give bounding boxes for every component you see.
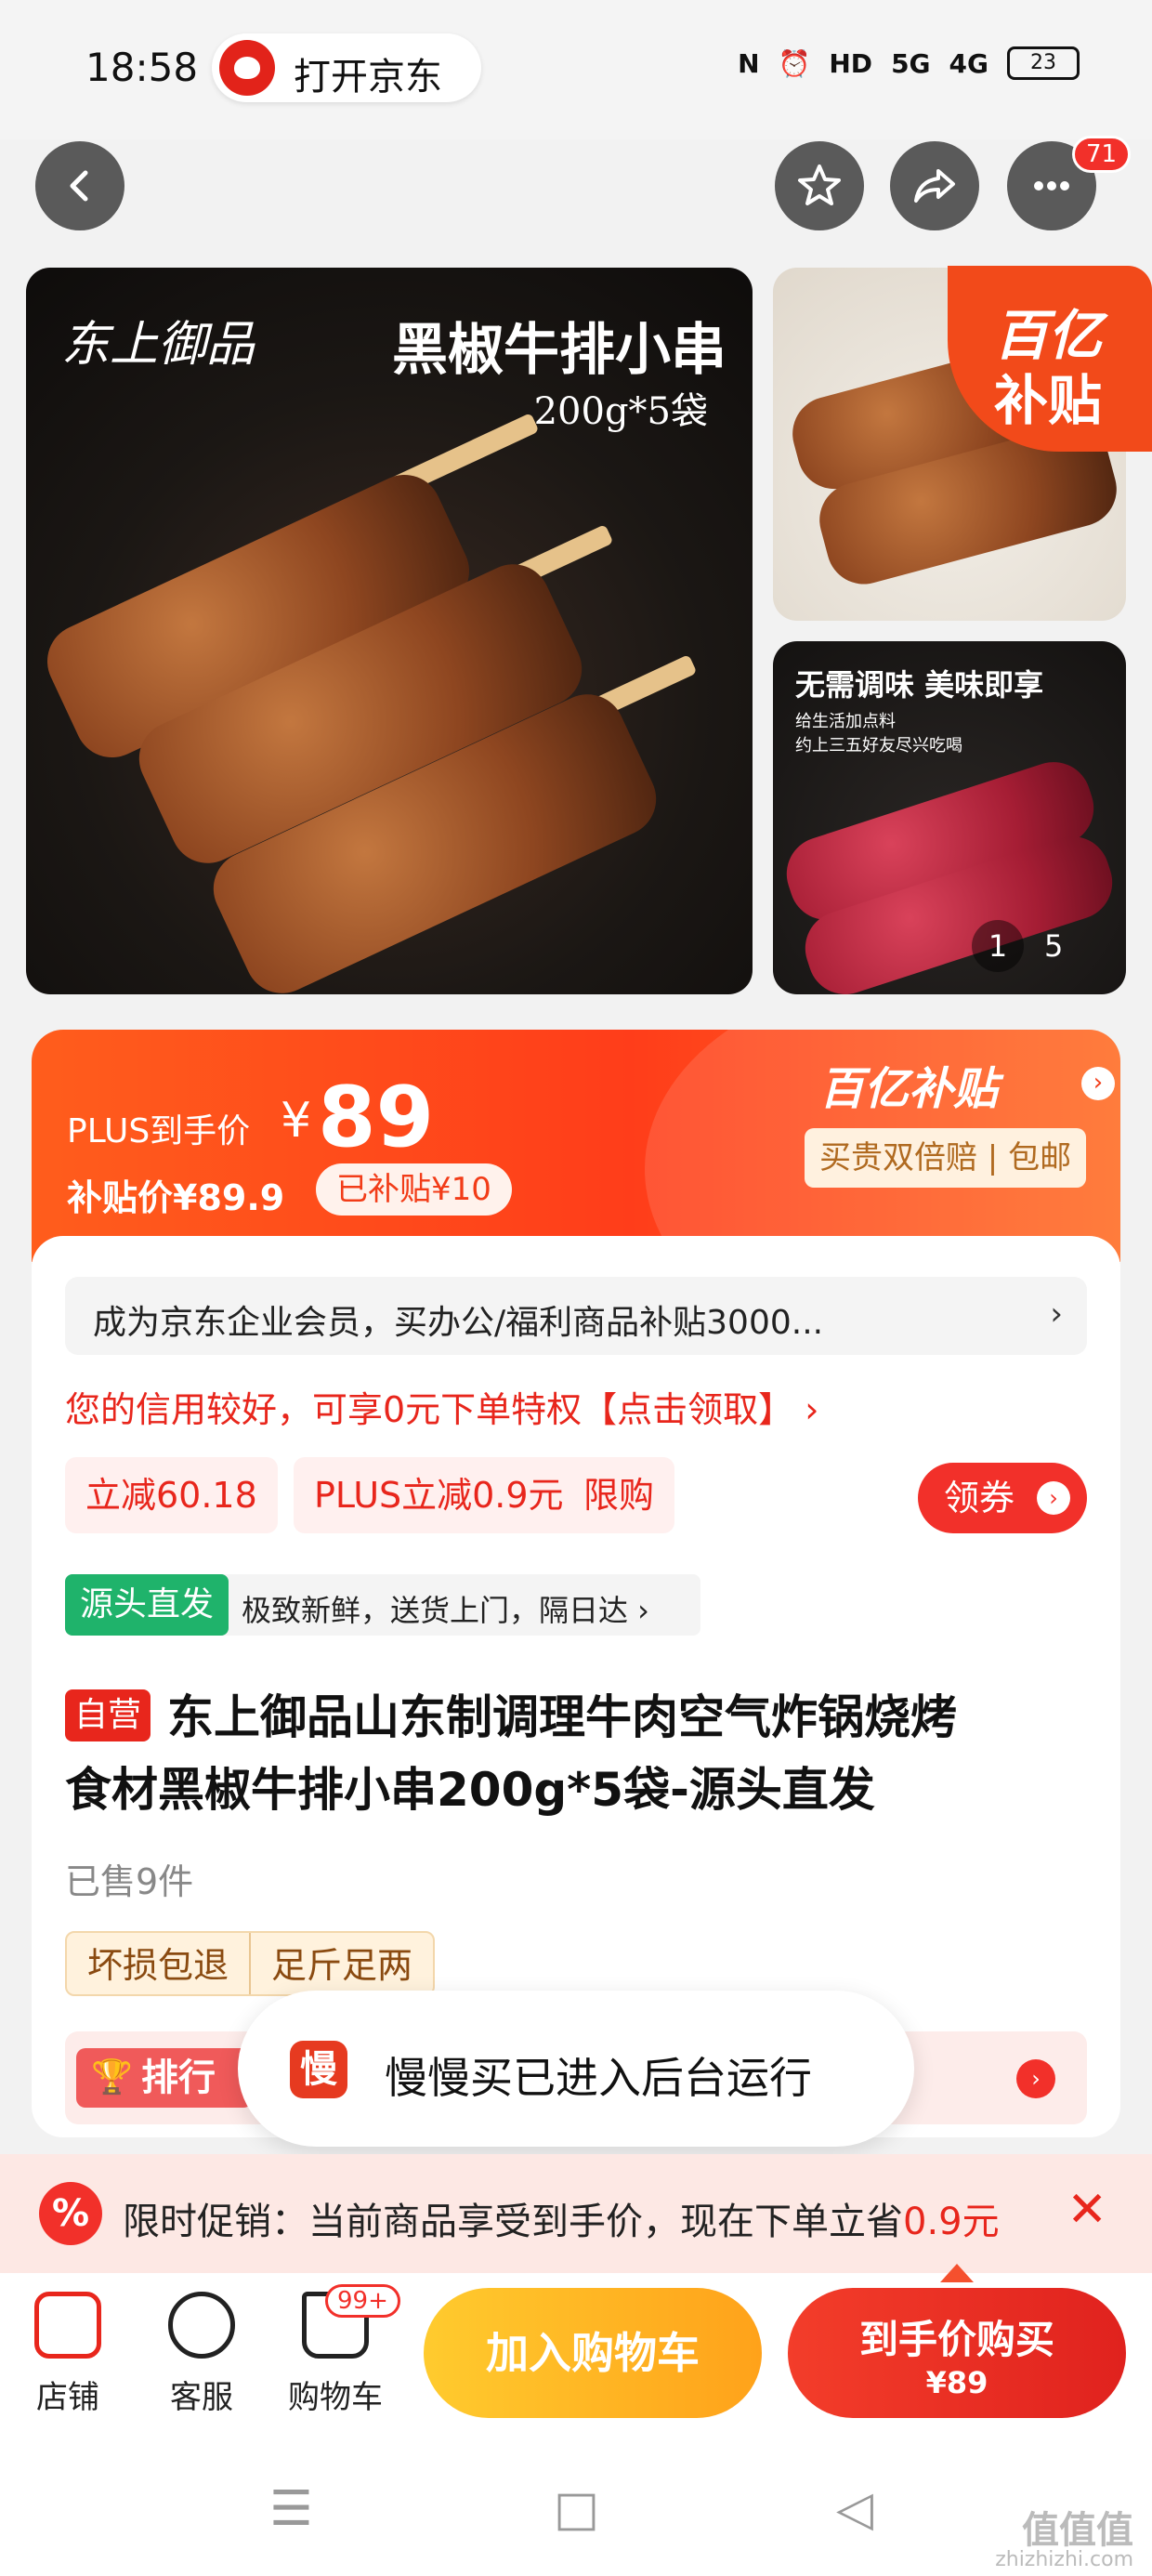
open-jd-label: 打开京东 (294, 56, 442, 99)
buy-now-price: ¥89 (925, 2365, 988, 2400)
product-title: 东上御品山东制调理牛肉空气炸锅烧烤 (167, 1690, 957, 1744)
guarantee-badge[interactable]: 买贵双倍赔 | 包邮 (805, 1128, 1087, 1188)
store-button[interactable]: 店铺 (17, 2292, 119, 2417)
nfc-icon: N (738, 47, 760, 79)
share-icon (914, 169, 955, 203)
status-icons: N ⏰ HD 5G 4G 23 (738, 46, 1080, 80)
thumbnail-2[interactable]: 无需调味 美味即享 给生活加点料 约上三五好友尽兴吃喝 (773, 641, 1126, 994)
chevron-right-icon[interactable]: › (1081, 1067, 1115, 1100)
ranking-badge: 排行 (76, 2048, 253, 2108)
subsidy-price: 补贴价¥89.9 (67, 1177, 285, 1218)
limited-promo-bar[interactable]: % 限时促销：当前商品享受到手价，现在下单立省0.9元 ✕ (0, 2154, 1152, 2273)
limit-tag[interactable]: 限购 (563, 1457, 675, 1533)
image-spec: 200g*5袋 (533, 390, 708, 433)
subsidy-badge: 已补贴¥10 (316, 1163, 512, 1216)
get-coupon-button[interactable]: 领券 › (918, 1463, 1087, 1533)
store-label: 店铺 (36, 2379, 99, 2416)
back-nav-icon[interactable]: ◁ (836, 2481, 873, 2537)
home-nav-icon[interactable]: □ (554, 2481, 599, 2537)
business-member-promo[interactable]: 成为京东企业会员，买办公/福利商品补贴3000... › (65, 1277, 1087, 1355)
promo-text: 限时促销：当前商品享受到手价，现在下单立省0.9元 (123, 2191, 1000, 2245)
direct-shipping-badge: 源头直发 (65, 1574, 229, 1636)
discount-tag[interactable]: 立减60.18 (65, 1457, 278, 1533)
service-tag: 足斤足两 (249, 1933, 433, 1994)
brand-logo: 东上御品 (61, 317, 255, 373)
open-jd-button[interactable]: 打开京东 (212, 33, 481, 102)
watermark: 值值值 (1022, 2509, 1133, 2552)
coupon-label: 领券 (944, 1478, 1015, 1518)
subsidy-tag-line2: 补贴 (994, 369, 1103, 432)
credit-promo-link[interactable]: 您的信用较好，可享0元下单特权【点击领取】 › (65, 1381, 818, 1432)
cart-count-badge: 99+ (325, 2284, 400, 2318)
status-time: 18:58 (85, 45, 199, 90)
pager-current: 1 (972, 920, 1024, 972)
share-button[interactable] (890, 141, 979, 230)
message-count-badge: 71 (1072, 136, 1132, 173)
hd-icon: HD (829, 47, 873, 79)
price-currency: ¥ (281, 1093, 312, 1149)
chevron-right-icon: › (1016, 2059, 1055, 2098)
image-title: 黑椒牛排小串 (392, 318, 727, 383)
favorite-button[interactable] (775, 141, 864, 230)
chevron-right-icon: › (1050, 1295, 1063, 1333)
pager-total: 5 (1044, 928, 1064, 964)
direct-shipping-text: 极致新鲜，送货上门，隔日达 › (242, 1593, 649, 1628)
promo-text-main: 限时促销：当前商品享受到手价，现在下单立省 (123, 2201, 903, 2243)
sold-count: 已售9件 (65, 1861, 194, 1902)
price-amount: 89 (318, 1069, 435, 1166)
thumbnail-2-subtitle: 约上三五好友尽兴吃喝 (795, 736, 962, 756)
customer-service-button[interactable]: 客服 (151, 2292, 253, 2417)
buy-now-label: 到手价购买 (858, 2317, 1054, 2362)
promo-savings: 0.9元 (903, 2201, 1000, 2243)
service-tags[interactable]: 坏损包退 足斤足两 (65, 1931, 436, 1996)
manmanmai-app-icon: 慢 (290, 2041, 347, 2098)
self-operated-badge: 自营 (65, 1689, 151, 1741)
star-icon (798, 164, 841, 205)
direct-shipping-row[interactable]: 源头直发 极致新鲜，送货上门，隔日达 › (65, 1574, 700, 1636)
battery-icon: 23 (1007, 46, 1080, 80)
jd-logo-icon (219, 40, 275, 96)
product-title: 食材黑椒牛排小串200g*5袋-源头直发 (65, 1763, 875, 1817)
chevron-left-icon (70, 170, 88, 202)
buy-tooltip-arrow (940, 2264, 974, 2282)
percent-icon: % (39, 2182, 102, 2245)
background-running-toast: 慢 慢慢买已进入后台运行 (238, 1991, 914, 2147)
business-promo-text: 成为京东企业会员，买办公/福利商品补贴3000... (93, 1304, 824, 1342)
price-card: PLUS到手价 ¥ 89 补贴价¥89.9 已补贴¥10 百亿补贴 › 买贵双倍… (32, 1030, 1120, 1262)
store-icon (34, 2292, 101, 2359)
signal-5g-icon: 5G (891, 47, 931, 79)
plus-discount-tag[interactable]: PLUS立减0.9元 (294, 1457, 584, 1533)
chevron-right-icon: › (1037, 1481, 1070, 1515)
image-pager: 15 (972, 920, 1063, 972)
toast-text: 慢慢买已进入后台运行 (385, 2053, 812, 2103)
billion-subsidy-label[interactable]: 百亿补贴 (819, 1052, 998, 1117)
customer-service-label: 客服 (170, 2379, 233, 2416)
add-to-cart-button[interactable]: 加入购物车 (424, 2288, 762, 2418)
signal-4g-icon: 4G (949, 47, 988, 79)
service-tag: 坏损包退 (87, 1945, 229, 1986)
watermark-url: zhizhizhi.com (995, 2548, 1133, 2571)
buy-now-button[interactable]: 到手价购买 ¥89 (788, 2288, 1126, 2418)
main-product-image[interactable]: 东上御品 黑椒牛排小串 200g*5袋 (26, 268, 753, 994)
menu-nav-icon[interactable]: ☰ (269, 2481, 313, 2537)
thumbnail-2-title: 无需调味 美味即享 (795, 667, 1044, 703)
cart-label: 购物车 (288, 2379, 383, 2416)
chat-smile-icon (168, 2292, 235, 2359)
close-icon[interactable]: ✕ (1067, 2182, 1107, 2238)
alarm-icon: ⏰ (778, 47, 811, 79)
back-button[interactable] (35, 141, 124, 230)
more-icon (1034, 181, 1069, 191)
plus-price-label: PLUS到手价 (67, 1112, 251, 1150)
thumbnail-2-subtitle: 给生活加点料 (795, 712, 896, 731)
